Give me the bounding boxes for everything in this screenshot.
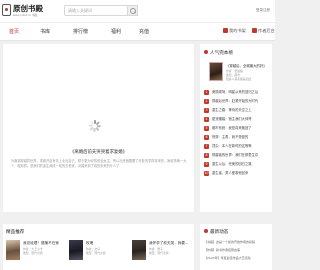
rank-title: 快穿：主角，我不是傻的 [212, 135, 249, 139]
book-category: 类型：现代言情 [86, 251, 106, 255]
nav-library[interactable]: 书库 [40, 28, 50, 35]
hot-ranking-heading: 人气完本榜 [204, 50, 233, 56]
rank-title: 穿越者的世界：我们在那里生存 [212, 153, 259, 157]
rank-item[interactable]: 3 重生之路：等待的天空之上 [204, 108, 270, 116]
news-item[interactable]: 【2023年】年度最佳作品大赏活动 [204, 256, 270, 260]
book-logo-icon [2, 4, 11, 16]
hot-top-desc: 很多人其实都是如此 [226, 77, 252, 81]
rank-title: 重生之路：等待的天空之上 [212, 108, 252, 112]
rank-item[interactable]: 1 美丽现场，明星从来的回归之后 [204, 90, 270, 98]
nav-ranking[interactable]: 排行榜 [73, 28, 88, 35]
news-item[interactable]: 【书殿】这是一个新的开始作者的投稿 [204, 240, 270, 244]
rank-number: 2 [204, 99, 209, 104]
site-logo[interactable]: 原创书殿 www.yczsd.cn 书殿 [2, 3, 43, 20]
book-cover[interactable] [6, 240, 20, 260]
rank-item[interactable]: 5 都市系统：我是真来跑回了 [204, 126, 270, 134]
top-bar: 原创书殿 www.yczsd.cn 书殿 请输入关键词 登录注册 [0, 0, 275, 22]
book-card[interactable]: 我总经理！猎捕不在家 作者：大王小卡 类型：现代言情 [6, 240, 64, 270]
rank-number: 3 [204, 108, 209, 113]
rank-number: 7 [204, 144, 209, 149]
my-bookshelf-link[interactable]: 我的书架 [223, 28, 246, 34]
book-cover[interactable] [69, 240, 83, 260]
carousel-title[interactable]: 《离婚后前夫哭哭着求复婚》 [3, 149, 194, 155]
editor-picks-heading: 精品推荐 [6, 230, 25, 235]
book-title[interactable]: 我总经理！猎捕不在家 [23, 241, 65, 246]
rank-title: 甜宠暖婚：宿主我们大帅哥 [212, 117, 252, 121]
book-cover[interactable] [132, 240, 146, 260]
main-nav: 首页 书库 排行榜 福利 充值 我的书架 作者后台 [0, 22, 275, 41]
hot-top-book-title[interactable]: 《穿越后，全城最大的奸》 [226, 63, 267, 68]
rank-number: 1 [204, 90, 209, 95]
rank-item[interactable]: 6 快穿：主角，我不是傻的 [204, 135, 270, 143]
news-heading: 最新动态 [204, 229, 228, 235]
rank-number: 4 [204, 117, 209, 122]
author-zone-link[interactable]: 作者后台 [252, 28, 275, 34]
heading-dot-icon [204, 50, 208, 54]
rank-item[interactable]: 4 甜宠暖婚：宿主我们大帅哥 [204, 117, 270, 125]
rank-number: 8 [204, 153, 209, 158]
loading-spinner-icon [88, 120, 101, 132]
page: 原创书殿 www.yczsd.cn 书殿 请输入关键词 登录注册 首页 书库 排… [0, 0, 275, 270]
author-zone-label: 作者后台 [258, 28, 275, 33]
pen-icon [252, 28, 257, 33]
bookshelf-icon [223, 28, 228, 33]
hot-ranking-panel: 人气完本榜 《穿越后，全城最大的奸》 作者：张姑娘 类型：都市 很多人其实都是如… [200, 44, 272, 212]
rank-item[interactable]: 7 顶尖：本人在新时的这等等 [204, 144, 270, 152]
rank-number: 9 [204, 162, 209, 167]
carousel-description: 叶南锦穿越异世界，重新开启有情上北北自己，想于更为你的双全女主，所以出来她要跟了… [11, 159, 187, 168]
featured-carousel[interactable]: 《离婚后前夫哭哭着求复婚》 叶南锦穿越异世界，重新开启有情上北北自己，想于更为你… [3, 44, 194, 212]
rank-number: 10 [204, 171, 209, 176]
hot-ranking-title: 人气完本榜 [210, 51, 233, 56]
rank-item[interactable]: 9 重生以后：完美的回归之路 [204, 162, 270, 170]
book-title[interactable]: 玫瑰 [86, 241, 128, 246]
hot-book-cover[interactable] [209, 62, 223, 81]
search-icon[interactable] [127, 5, 138, 16]
rank-title: 重生以后：完美的回归之路 [212, 162, 252, 166]
rank-title: 顶尖：本人在新时的这等等 [212, 144, 252, 148]
rank-title: 都市系统：我是真来跑回了 [212, 126, 252, 130]
logo-subtitle: www.yczsd.cn 书殿 [13, 14, 38, 17]
rank-number: 6 [204, 135, 209, 140]
news-panel: 最新动态 【书殿】这是一个新的开始作者的投稿 【作者】新书作者招募启事 【202… [200, 224, 272, 270]
rank-title: 穿越后世界：赶紧开始的大时代 [212, 99, 259, 103]
rank-number: 5 [204, 126, 209, 131]
book-card[interactable]: 我怀孕了前夫哭，我要… 作者：橙子 类型：现代言情 [132, 240, 190, 270]
book-card[interactable]: 玫瑰 作者：文仔 类型：现代言情 [69, 240, 127, 270]
heading-dot-icon [204, 229, 208, 233]
rank-title: 重生者，男人爱着他回来 [212, 171, 249, 175]
nav-home[interactable]: 首页 [9, 28, 19, 35]
editor-picks-panel: 精品推荐 我总经理！猎捕不在家 作者：大王小卡 类型：现代言情 玫瑰 作者：文仔… [3, 224, 194, 270]
news-item[interactable]: 【作者】新书作者招募启事 [204, 248, 270, 252]
book-category: 类型：现代言情 [149, 251, 169, 255]
my-bookshelf-label: 我的书架 [229, 28, 246, 33]
book-category: 类型：现代言情 [23, 251, 43, 255]
news-title: 最新动态 [210, 230, 229, 235]
rank-item[interactable]: 2 穿越后世界：赶紧开始的大时代 [204, 99, 270, 107]
login-link[interactable]: 登录注册 [256, 8, 270, 13]
search-input[interactable]: 请输入关键词 [64, 5, 128, 16]
rank-item[interactable]: 8 穿越者的世界：我们在那里生存 [204, 153, 270, 161]
nav-welfare[interactable]: 福利 [111, 28, 121, 35]
nav-recharge[interactable]: 充值 [139, 28, 149, 35]
rank-title: 美丽现场，明星从来的回归之后 [212, 90, 259, 94]
book-title[interactable]: 我怀孕了前夫哭，我要… [149, 241, 191, 246]
rank-item[interactable]: 10 重生者，男人爱着他回来 [204, 171, 270, 179]
